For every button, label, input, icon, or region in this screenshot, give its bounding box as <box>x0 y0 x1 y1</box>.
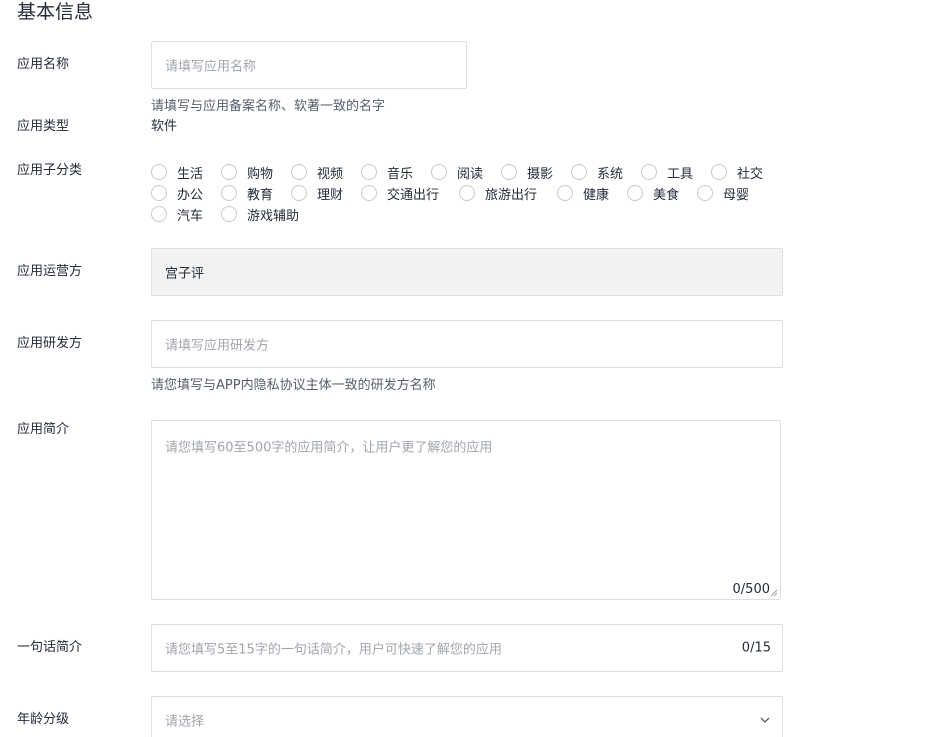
radio-circle[interactable] <box>571 164 587 180</box>
app-name-label: 应用名称 <box>17 57 70 72</box>
basic-info-form: 基本信息 应用名称 请填写应用名称 请填写与应用备案名称、软著一致的名字 应用类… <box>0 0 935 737</box>
radio-option[interactable]: 教育 <box>221 183 273 203</box>
radio-label: 视频 <box>317 166 344 182</box>
app-name-input[interactable]: 请填写应用名称 <box>151 41 467 89</box>
radio-label: 旅游出行 <box>485 187 538 203</box>
radio-circle[interactable] <box>361 164 377 180</box>
radio-circle[interactable] <box>291 185 307 201</box>
app-type-label: 应用类型 <box>17 119 70 134</box>
slogan-label: 一句话简介 <box>17 640 83 655</box>
intro-textarea[interactable]: 请您填写60至500字的应用简介，让用户更了解您的应用 0/500 <box>151 420 781 600</box>
radio-label: 系统 <box>597 166 624 182</box>
subcategory-row-2: 办公 教育 理财 交通出行 旅游出行 健康 美食 母婴 <box>151 183 791 203</box>
radio-circle[interactable] <box>291 164 307 180</box>
subcategory-row-3: 汽车 游戏辅助 <box>151 204 791 224</box>
radio-circle[interactable] <box>641 164 657 180</box>
radio-circle[interactable] <box>361 185 377 201</box>
radio-circle[interactable] <box>557 185 573 201</box>
slogan-placeholder: 请您填写5至15字的一句话简介，用户可快速了解您的应用 <box>165 642 502 658</box>
radio-option[interactable]: 系统 <box>571 162 623 182</box>
radio-label: 社交 <box>737 166 764 182</box>
radio-circle[interactable] <box>221 185 237 201</box>
radio-circle[interactable] <box>151 206 167 222</box>
radio-option[interactable]: 音乐 <box>361 162 413 182</box>
radio-label: 理财 <box>317 187 344 203</box>
app-name-help: 请填写与应用备案名称、软著一致的名字 <box>151 99 386 114</box>
radio-label: 游戏辅助 <box>247 208 300 224</box>
radio-label: 办公 <box>177 187 204 203</box>
developer-placeholder: 请填写应用研发方 <box>165 338 270 354</box>
slogan-counter: 0/15 <box>741 640 771 656</box>
radio-option[interactable]: 视频 <box>291 162 343 182</box>
chevron-down-icon <box>760 717 770 723</box>
app-type-value: 软件 <box>151 119 178 134</box>
radio-option[interactable]: 汽车 <box>151 204 203 224</box>
operator-value: 宫子评 <box>165 266 205 282</box>
radio-label: 母婴 <box>723 187 750 203</box>
radio-circle[interactable] <box>431 164 447 180</box>
radio-circle[interactable] <box>459 185 475 201</box>
radio-circle[interactable] <box>627 185 643 201</box>
radio-option[interactable]: 办公 <box>151 183 203 203</box>
operator-label: 应用运营方 <box>17 264 83 279</box>
radio-option[interactable]: 交通出行 <box>361 183 439 203</box>
subcategory-row-1: 生活 购物 视频 音乐 阅读 摄影 系统 工具 社交 <box>151 162 791 182</box>
radio-label: 工具 <box>667 166 694 182</box>
intro-counter: 0/500 <box>732 582 770 597</box>
intro-placeholder: 请您填写60至500字的应用简介，让用户更了解您的应用 <box>165 440 493 456</box>
radio-label: 交通出行 <box>387 187 440 203</box>
slogan-input[interactable]: 请您填写5至15字的一句话简介，用户可快速了解您的应用 0/15 <box>151 624 783 672</box>
radio-label: 阅读 <box>457 166 484 182</box>
radio-circle[interactable] <box>501 164 517 180</box>
app-name-placeholder: 请填写应用名称 <box>165 59 257 75</box>
age-rating-placeholder: 请选择 <box>165 714 205 730</box>
radio-option[interactable]: 社交 <box>711 162 763 182</box>
radio-label: 摄影 <box>527 166 554 182</box>
radio-circle[interactable] <box>697 185 713 201</box>
radio-option[interactable]: 生活 <box>151 162 203 182</box>
age-rating-select[interactable]: 请选择 <box>151 696 783 737</box>
radio-option[interactable]: 阅读 <box>431 162 483 182</box>
radio-circle[interactable] <box>711 164 727 180</box>
radio-option[interactable]: 游戏辅助 <box>221 204 299 224</box>
developer-input[interactable]: 请填写应用研发方 <box>151 320 783 368</box>
radio-option[interactable]: 母婴 <box>697 183 749 203</box>
radio-circle[interactable] <box>151 185 167 201</box>
age-rating-label: 年龄分级 <box>17 712 70 727</box>
radio-option[interactable]: 理财 <box>291 183 343 203</box>
radio-option[interactable]: 购物 <box>221 162 273 182</box>
intro-label: 应用简介 <box>17 422 70 437</box>
radio-circle[interactable] <box>221 164 237 180</box>
radio-label: 美食 <box>653 187 680 203</box>
resize-grip-icon[interactable] <box>770 589 778 597</box>
radio-label: 生活 <box>177 166 204 182</box>
developer-label: 应用研发方 <box>17 336 83 351</box>
radio-label: 教育 <box>247 187 274 203</box>
radio-option[interactable]: 工具 <box>641 162 693 182</box>
radio-label: 音乐 <box>387 166 414 182</box>
radio-option[interactable]: 摄影 <box>501 162 553 182</box>
section-title: 基本信息 <box>17 1 94 23</box>
radio-option[interactable]: 健康 <box>557 183 609 203</box>
developer-help: 请您填写与APP内隐私协议主体一致的研发方名称 <box>151 378 436 393</box>
radio-option[interactable]: 旅游出行 <box>459 183 537 203</box>
radio-option[interactable]: 美食 <box>627 183 679 203</box>
radio-circle[interactable] <box>221 206 237 222</box>
operator-input: 宫子评 <box>151 248 783 296</box>
radio-circle[interactable] <box>151 164 167 180</box>
radio-label: 健康 <box>583 187 610 203</box>
radio-label: 汽车 <box>177 208 204 224</box>
app-subcategory-label: 应用子分类 <box>17 163 83 178</box>
radio-label: 购物 <box>247 166 274 182</box>
